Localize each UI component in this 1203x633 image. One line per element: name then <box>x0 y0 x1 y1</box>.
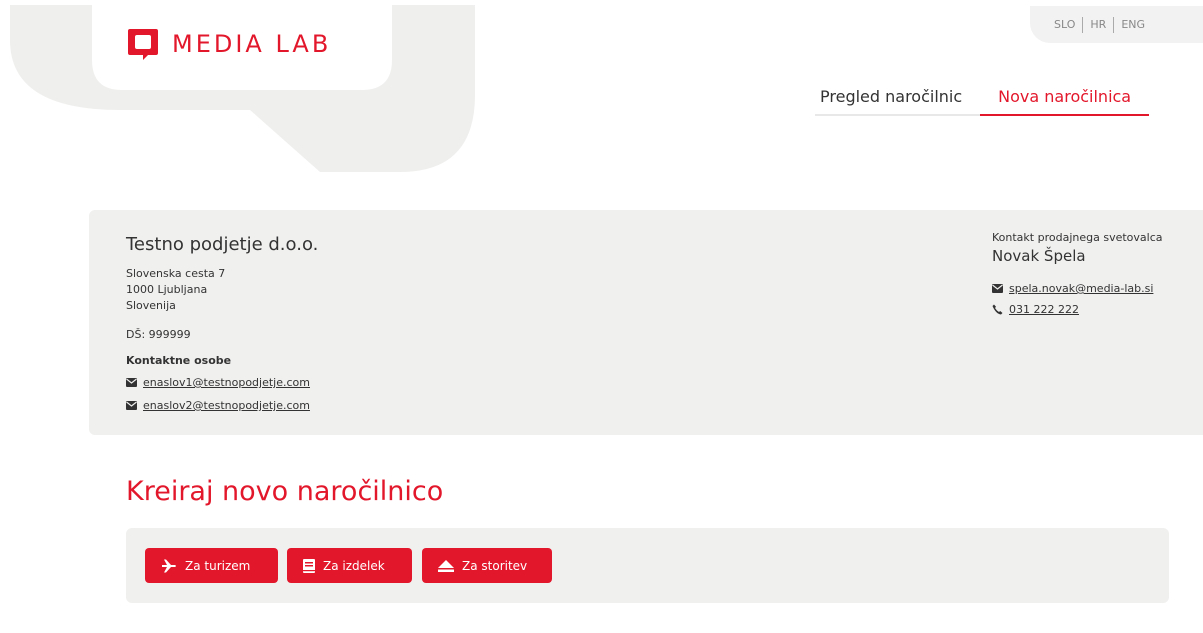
service-button[interactable]: Za storitev <box>422 548 552 583</box>
tourism-button[interactable]: Za turizem <box>145 548 278 583</box>
contact-item: enaslov2@testnopodjetje.com <box>126 399 310 412</box>
contacts-title: Kontaktne osobe <box>126 354 232 367</box>
lang-eng[interactable]: ENG <box>1121 18 1145 31</box>
contact-email-link[interactable]: enaslov2@testnopodjetje.com <box>143 399 310 412</box>
service-button-label: Za storitev <box>462 558 528 573</box>
order-type-bar: Za turizem Za izdelek Za storitev <box>126 528 1169 603</box>
lang-hr[interactable]: HR <box>1090 18 1106 31</box>
page-title: Kreiraj novo naročilnico <box>126 476 444 507</box>
tab-order-overview[interactable]: Pregled naročilnic <box>815 87 981 116</box>
company-card: Testno podjetje d.o.o. Slovenska cesta 7… <box>89 210 1203 435</box>
address-line: Slovenska cesta 7 <box>126 267 226 280</box>
address-line: Slovenija <box>126 299 176 312</box>
contact-email-link[interactable]: enaslov1@testnopodjetje.com <box>143 376 310 389</box>
envelope-icon <box>126 401 137 410</box>
lang-slo[interactable]: SLO <box>1054 18 1075 31</box>
company-address: Slovenska cesta 7 1000 Ljubljana Sloveni… <box>126 266 225 314</box>
address-line: 1000 Ljubljana <box>126 283 208 296</box>
logo-mark-icon <box>128 29 158 60</box>
product-button[interactable]: Za izdelek <box>287 548 412 583</box>
sales-email-link[interactable]: spela.novak@media-lab.si <box>1009 282 1153 295</box>
tourism-button-label: Za turizem <box>185 558 251 573</box>
company-name: Testno podjetje d.o.o. <box>126 234 319 255</box>
sales-contact-name: Novak Špela <box>992 247 1086 265</box>
sales-phone: 031 222 222 <box>992 303 1079 316</box>
sales-phone-link[interactable]: 031 222 222 <box>1009 303 1079 316</box>
product-button-label: Za izdelek <box>323 558 385 573</box>
lang-divider <box>1082 16 1084 33</box>
logo[interactable]: MEDIA LAB <box>126 27 331 61</box>
book-icon <box>303 558 315 573</box>
tab-new-order[interactable]: Nova naročilnica <box>980 87 1150 116</box>
envelope-icon <box>992 284 1003 293</box>
company-vat: DŠ: 999999 <box>126 328 191 341</box>
eject-icon <box>438 559 454 572</box>
plane-icon <box>162 559 176 572</box>
logo-text: MEDIA LAB <box>172 30 332 58</box>
phone-icon <box>992 304 1003 315</box>
language-selector: SLO HR ENG <box>1030 6 1203 43</box>
lang-divider <box>1113 16 1115 33</box>
main-nav: Pregled naročilnic Nova naročilnica <box>815 87 1150 116</box>
sales-contact-label: Kontakt prodajnega svetovalca <box>992 231 1163 244</box>
sales-email: spela.novak@media-lab.si <box>992 282 1153 295</box>
contact-item: enaslov1@testnopodjetje.com <box>126 376 310 389</box>
envelope-icon <box>126 378 137 387</box>
